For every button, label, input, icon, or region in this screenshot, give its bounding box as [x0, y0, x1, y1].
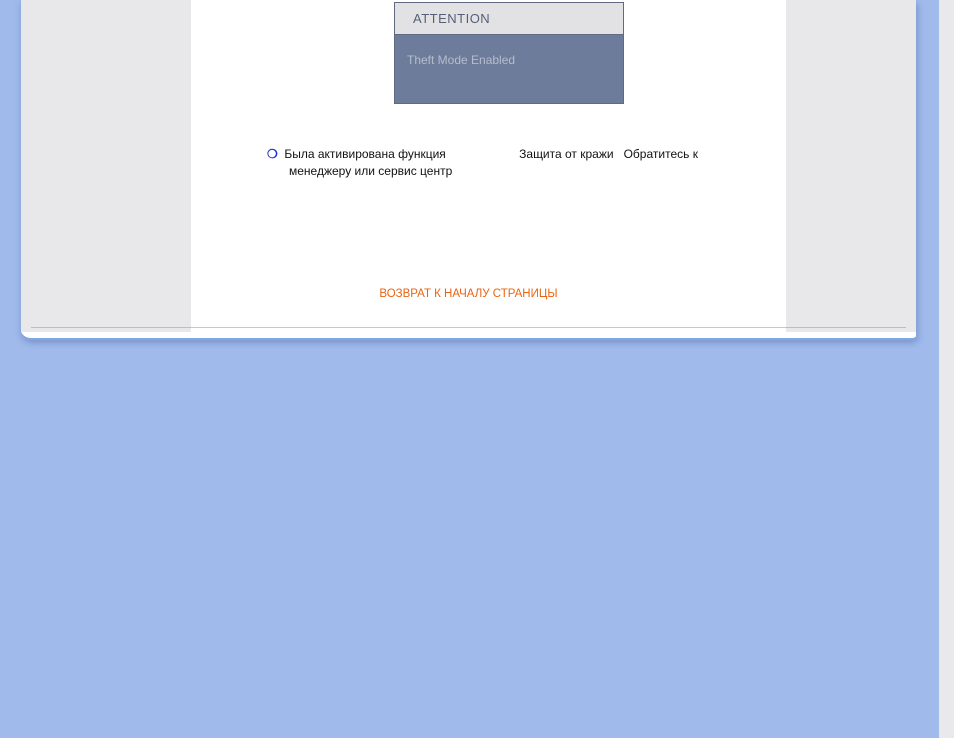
sidebar-right — [786, 0, 916, 332]
sidebar-left — [21, 0, 191, 332]
bullet-text-3: Обратитесь к — [624, 147, 698, 161]
bullet-line-1: Была активирована функция Защита от краж… — [284, 147, 698, 161]
document-panel: ATTENTION Theft Mode Enabled ❍ Была акти… — [21, 0, 916, 340]
bullet-icon: ❍ — [267, 146, 281, 163]
bullet-text-1: Была активирована функция — [284, 147, 445, 161]
scrollbar[interactable] — [939, 0, 954, 738]
bullet-line-2: менеджеру или сервис центр — [289, 163, 791, 180]
bullet-text-2: Защита от кражи — [519, 147, 613, 161]
divider — [31, 327, 906, 328]
attention-body: Theft Mode Enabled — [395, 35, 623, 103]
page: ATTENTION Theft Mode Enabled ❍ Была акти… — [0, 0, 954, 738]
return-to-top-link[interactable]: ВОЗВРАТ К НАЧАЛУ СТРАНИЦЫ — [21, 288, 916, 300]
attention-header: ATTENTION — [395, 3, 623, 35]
bullet-paragraph: ❍ Была активирована функция Защита от кр… — [271, 146, 791, 181]
attention-box: ATTENTION Theft Mode Enabled — [394, 2, 624, 104]
